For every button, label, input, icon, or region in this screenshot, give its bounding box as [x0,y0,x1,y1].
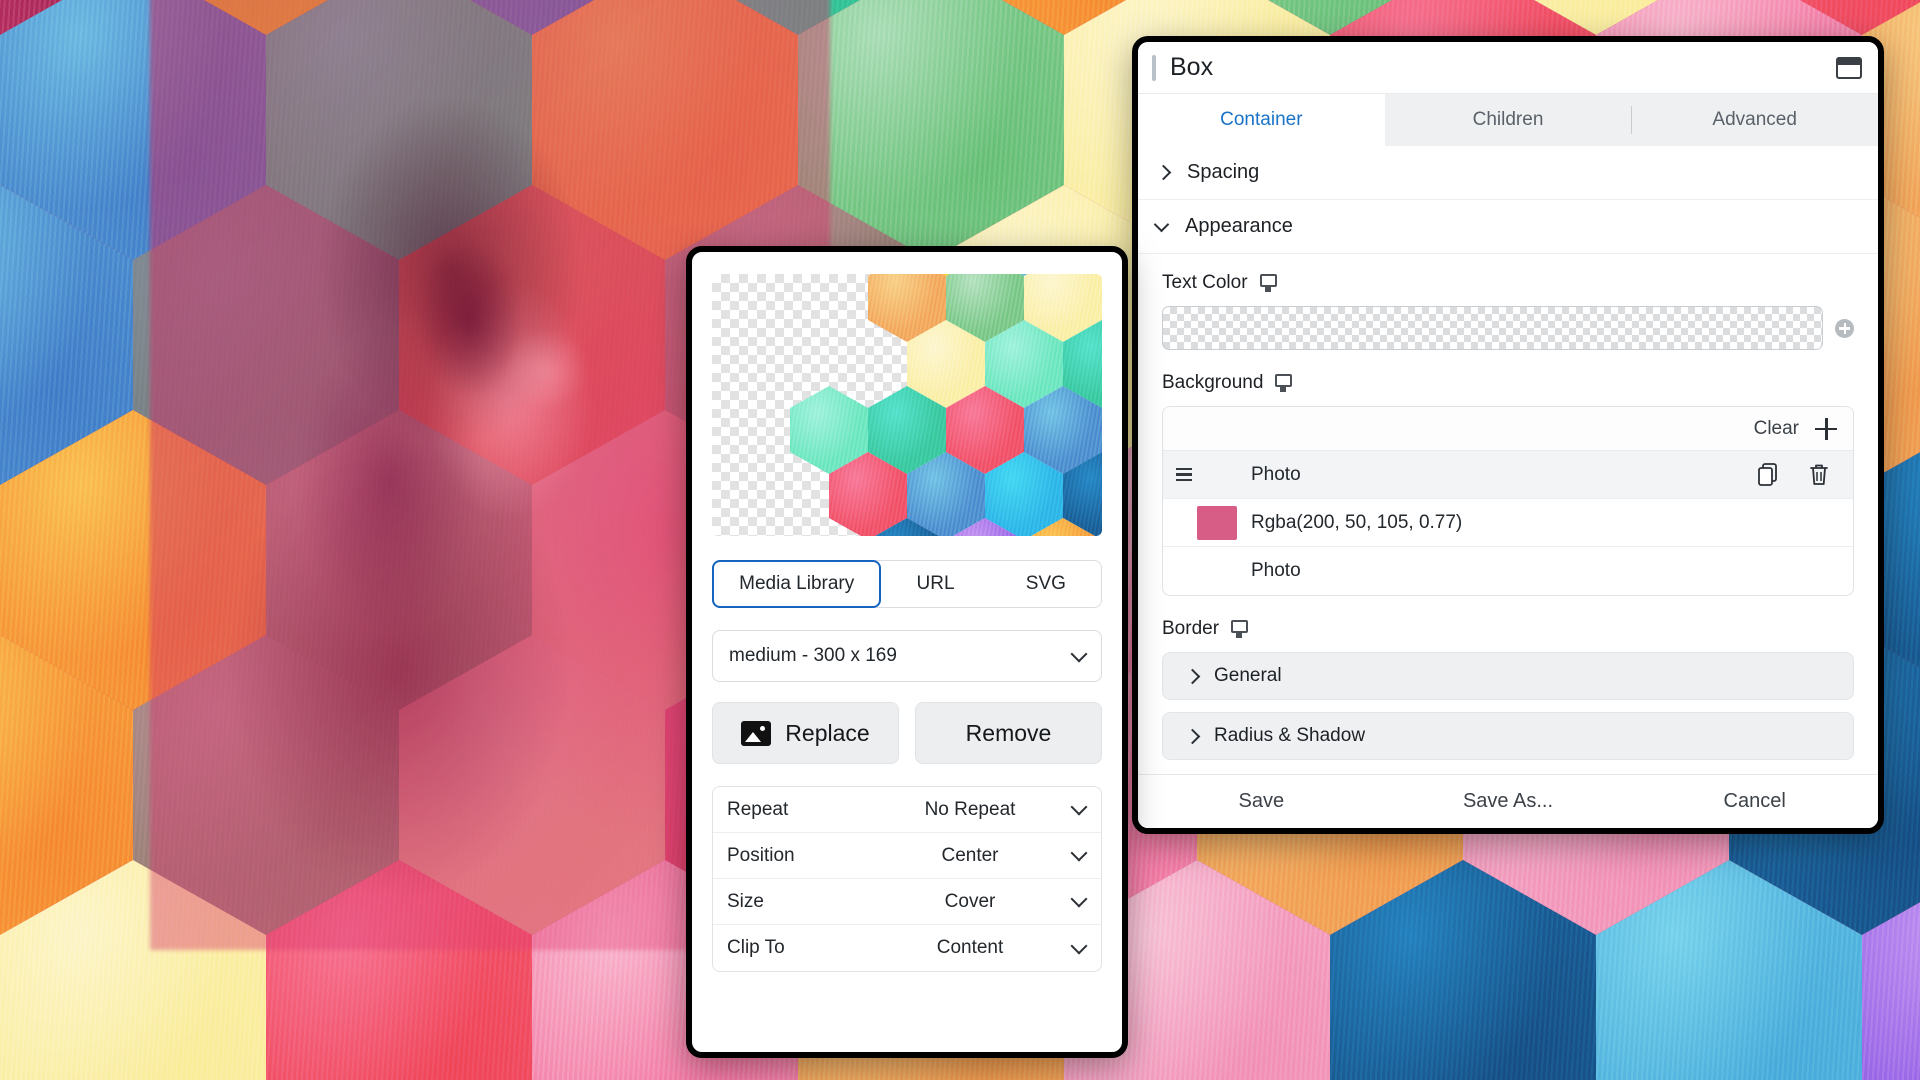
layer-name: Photo [1251,463,1301,485]
border-general-label: General [1214,665,1282,686]
save-button[interactable]: Save [1138,790,1385,813]
image-size-value: medium - 300 x 169 [729,645,897,666]
border-radius-shadow-section[interactable]: Radius & Shadow [1162,712,1854,760]
property-row-size[interactable]: Size Cover [713,879,1101,925]
image-icon [741,720,772,746]
chevron-down-icon [1153,216,1170,233]
inspector-tabs[interactable]: Container Children Advanced [1138,94,1878,146]
inspector-body: Spacing Appearance Text Color Background… [1138,146,1878,774]
layer-name: Photo [1251,560,1301,581]
tab-children[interactable]: Children [1385,94,1632,146]
remove-button[interactable]: Remove [915,702,1102,764]
border-label: Border [1162,618,1220,639]
section-spacing[interactable]: Spacing [1138,146,1878,200]
chevron-right-icon [1184,728,1201,744]
layer-name: Rgba(200, 50, 105, 0.77) [1251,511,1463,533]
border-label-row: Border [1162,618,1854,640]
clip-to-label: Clip To [727,937,785,958]
chevron-right-icon [1155,164,1172,181]
layer-thumbnail-room [1197,554,1237,588]
background-layer-list: Clear Photo Rgba(200, 50, 105, 0.77) Pho… [1162,406,1854,596]
cancel-button[interactable]: Cancel [1631,790,1878,813]
background-label-row: Background [1162,372,1854,394]
image-size-select[interactable]: medium - 300 x 169 [712,630,1102,682]
chevron-down-icon [1070,798,1088,816]
chevron-down-icon [1070,844,1088,862]
clear-button[interactable]: Clear [1754,418,1799,440]
border-radius-shadow-label: Radius & Shadow [1214,725,1366,746]
add-layer-icon[interactable] [1815,417,1837,440]
tab-svg[interactable]: SVG [991,561,1101,607]
text-color-swatch[interactable] [1162,306,1823,350]
clip-to-value: Content [936,937,1004,958]
text-color-field [1162,306,1854,350]
woman-photo-face-detail [270,150,690,770]
title-accent-bar [1152,54,1156,81]
chevron-down-icon [1070,890,1088,908]
property-row-position[interactable]: Position Center [713,833,1101,879]
row-actions [1757,462,1853,488]
repeat-value: No Repeat [924,798,1016,820]
replace-button-label: Replace [785,719,870,746]
monitor-icon [1273,374,1293,392]
position-label: Position [727,844,795,866]
chevron-right-icon [1184,668,1201,684]
media-preview[interactable] [712,274,1102,536]
box-inspector-panel[interactable]: Box Container Children Advanced Spacing … [1132,36,1884,834]
background-properties-table: Repeat No Repeat Position Center Size Co… [712,786,1102,972]
inspector-footer: Save Save As... Cancel [1138,774,1878,828]
size-label: Size [727,890,764,912]
position-value: Center [941,844,999,866]
layer-thumbnail-hex [1197,458,1237,492]
tab-url[interactable]: URL [880,561,990,607]
remove-button-label: Remove [965,719,1052,746]
section-appearance-label: Appearance [1185,215,1293,237]
border-general-section[interactable]: General [1162,652,1854,700]
table-row[interactable]: Rgba(200, 50, 105, 0.77) [1163,499,1853,547]
chevron-down-icon [1070,645,1088,662]
media-action-row: Replace Remove [712,702,1102,764]
page-title: Box [1170,53,1214,81]
table-row[interactable]: Photo [1163,547,1853,595]
save-as-button[interactable]: Save As... [1385,790,1632,813]
source-segmented-control[interactable]: Media Library URL SVG [712,560,1102,608]
appearance-content: Text Color Background Clear Photo Rgba(2… [1138,254,1878,774]
restore-window-icon[interactable] [1836,56,1862,79]
media-settings-dialog[interactable]: Media Library URL SVG medium - 300 x 169… [686,246,1128,1058]
duplicate-icon[interactable] [1757,462,1781,488]
monitor-icon [1258,274,1278,292]
background-list-header: Clear [1163,407,1853,451]
tab-advanced[interactable]: Advanced [1631,94,1878,146]
tab-media-library[interactable]: Media Library [712,560,882,608]
section-spacing-label: Spacing [1187,161,1260,183]
property-row-repeat[interactable]: Repeat No Repeat [713,787,1101,833]
plus-circle-icon[interactable] [1835,318,1854,338]
monitor-icon [1229,620,1249,638]
property-row-clip-to[interactable]: Clip To Content [713,925,1101,971]
layer-color-swatch [1197,505,1237,540]
table-row[interactable]: Photo [1163,451,1853,499]
delete-icon[interactable] [1807,462,1831,488]
size-value: Cover [944,890,996,912]
tab-container[interactable]: Container [1138,94,1385,146]
repeat-label: Repeat [727,798,789,820]
text-color-label: Text Color [1162,272,1248,293]
text-color-label-row: Text Color [1162,272,1854,294]
inspector-titlebar: Box [1138,42,1878,94]
section-appearance[interactable]: Appearance [1138,200,1878,254]
background-label: Background [1162,372,1264,393]
chevron-down-icon [1070,937,1088,954]
replace-button[interactable]: Replace [712,702,899,764]
drag-handle-icon[interactable] [1171,467,1197,482]
